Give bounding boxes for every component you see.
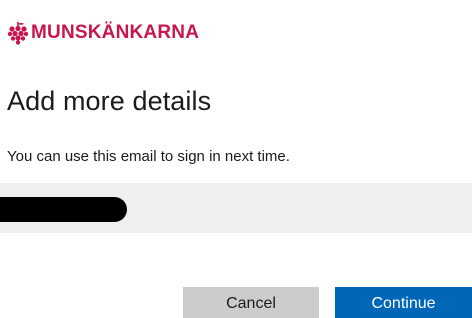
- cancel-button[interactable]: Cancel: [183, 287, 319, 318]
- sign-in-details-page: MUNSKÄNKARNA Add more details You can us…: [0, 0, 472, 318]
- page-description: You can use this email to sign in next t…: [7, 148, 290, 165]
- page-title: Add more details: [7, 86, 212, 116]
- grape-cluster-icon: [7, 22, 29, 45]
- redacted-email-value: [0, 197, 127, 222]
- continue-button[interactable]: Continue: [335, 287, 472, 318]
- brand-name: MUNSKÄNKARNA: [31, 22, 200, 43]
- brand-logo: MUNSKÄNKARNA: [7, 20, 199, 46]
